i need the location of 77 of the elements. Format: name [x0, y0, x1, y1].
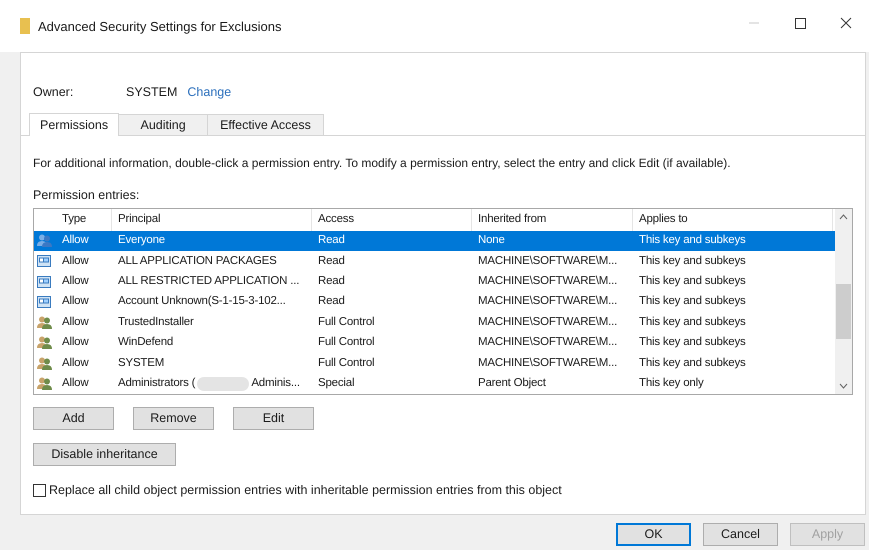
change-link[interactable]: Change — [187, 82, 232, 102]
table-cell-text: Allow — [61, 254, 90, 269]
table-cell-text: Allow — [61, 274, 90, 289]
table-cell-text: MACHINE\SOFTWARE\M... — [477, 335, 618, 350]
table-cell-text: This key and subkeys — [638, 274, 747, 289]
entries-label: Permission entries: — [33, 187, 140, 204]
table-cell-text: Account Unknown(S-1-15-3-102... — [117, 294, 287, 310]
table-cell-text: Full Control — [317, 356, 376, 371]
table-cell-text: None — [477, 233, 506, 248]
table-row[interactable]: Allow Everyone Read None This key and subkeys — [34, 230, 835, 252]
table-cell-text: WinDefend — [117, 335, 174, 350]
table-cell-text: This key and subkeys — [638, 254, 747, 269]
table-cell-text: This key only — [638, 376, 705, 391]
table-cell-text: This key and subkeys — [638, 294, 747, 310]
table-cell-text: ALL APPLICATION PACKAGES — [117, 254, 278, 269]
table-cell-text: MACHINE\SOFTWARE\M... — [477, 274, 618, 289]
table-cell-text: Allow — [61, 335, 90, 350]
users-icon — [37, 356, 52, 370]
app-package-icon — [37, 255, 51, 268]
table-cell-text: Allow — [61, 314, 90, 330]
table-cell-text: MACHINE\SOFTWARE\M... — [477, 294, 618, 310]
table-cell-text: Read — [317, 274, 346, 289]
owner-label: Owner: — [33, 84, 74, 101]
entry-button[interactable]: Remove — [133, 406, 214, 430]
tab[interactable]: Effective Access — [207, 114, 324, 135]
tab[interactable]: Permissions — [29, 113, 120, 136]
tab[interactable]: Auditing — [118, 114, 208, 135]
table-cell-text: Special — [317, 376, 356, 391]
table-row[interactable]: Allow TrustedInstaller Full Control MACHINE\SOFTWARE\M... This key and subkeys — [34, 312, 835, 333]
table-row[interactable]: Allow SYSTEM Full Control MACHINE\SOFTWARE\M... This key and subkeys — [34, 352, 835, 374]
entry-button[interactable]: Edit — [233, 406, 314, 430]
table-cell-text: Allow — [61, 233, 90, 248]
entry-button[interactable]: Add — [33, 406, 114, 430]
info-text: For additional information, double-click a permission entry. To modify a permission entry, select the entry and click Edit (if available). — [33, 155, 732, 172]
table-cell-text: Everyone — [117, 233, 166, 248]
table-cell-text: Read — [317, 294, 346, 310]
table-cell-text: This key and subkeys — [638, 314, 747, 330]
app-package-icon — [37, 296, 51, 308]
scroll-thumb[interactable] — [836, 284, 851, 339]
users-icon — [37, 377, 52, 390]
dialog-button[interactable]: OK — [616, 523, 691, 546]
table-cell-text: Read — [317, 254, 346, 269]
table-cell-text: MACHINE\SOFTWARE\M... — [477, 314, 618, 330]
table-row[interactable]: Allow ALL APPLICATION PACKAGES Read MACHINE\SOFTWARE\M... This key and subkeys — [34, 251, 835, 272]
users-icon — [37, 316, 52, 329]
table-cell-text: Full Control — [317, 335, 376, 350]
table-cell-text: Full Control — [317, 314, 376, 330]
redaction-blur — [197, 376, 250, 391]
table-cell-text: This key and subkeys — [638, 233, 747, 248]
table-cell-text: Allow — [61, 294, 90, 310]
users-icon — [37, 336, 52, 350]
folder-icon — [20, 18, 30, 34]
table-row[interactable]: Allow ALL RESTRICTED APPLICATION ... Read MACHINE\SOFTWARE\M... This key and subkeys — [34, 271, 835, 292]
table-cell-text: ALL RESTRICTED APPLICATION ... — [117, 274, 300, 289]
table-cell-text: This key and subkeys — [638, 356, 747, 371]
dialog-button[interactable]: Cancel — [703, 523, 778, 546]
users-icon — [37, 234, 52, 248]
table-cell-text: Administrators ( Adminis... — [117, 376, 301, 392]
table-cell-text: This key and subkeys — [638, 335, 747, 350]
table-cell-text: MACHINE\SOFTWARE\M... — [477, 356, 618, 371]
app-package-icon — [37, 276, 51, 288]
table-row[interactable]: Allow WinDefend Full Control MACHINE\SOFTWARE\M... This key and subkeys — [34, 332, 835, 353]
disable-inheritance-button[interactable]: Disable inheritance — [33, 442, 176, 466]
table-cell-text: MACHINE\SOFTWARE\M... — [477, 254, 618, 269]
table-cell-text: Allow — [61, 356, 90, 371]
table-cell-text: SYSTEM — [117, 356, 166, 371]
scrollbar[interactable] — [835, 208, 852, 394]
table-row[interactable]: Allow Administrators ( Adminis... Special Parent Object This key only — [34, 373, 835, 394]
table-cell-text: Allow — [61, 376, 90, 391]
table-cell-text: TrustedInstaller — [117, 314, 195, 330]
table-cell-text: Read — [317, 233, 346, 248]
replace-checkbox-label: Replace all child object permission entries with inheritable permission entries from this object — [49, 482, 562, 499]
table-cell-text: Parent Object — [477, 376, 547, 391]
owner-value: SYSTEM — [126, 84, 178, 101]
replace-checkbox[interactable] — [33, 484, 46, 497]
window-title: Advanced Security Settings for Exclusions — [38, 18, 282, 36]
table-row[interactable]: Allow Account Unknown(S-1-15-3-102... Read MACHINE\SOFTWARE\M... This key and subkeys — [34, 292, 835, 312]
